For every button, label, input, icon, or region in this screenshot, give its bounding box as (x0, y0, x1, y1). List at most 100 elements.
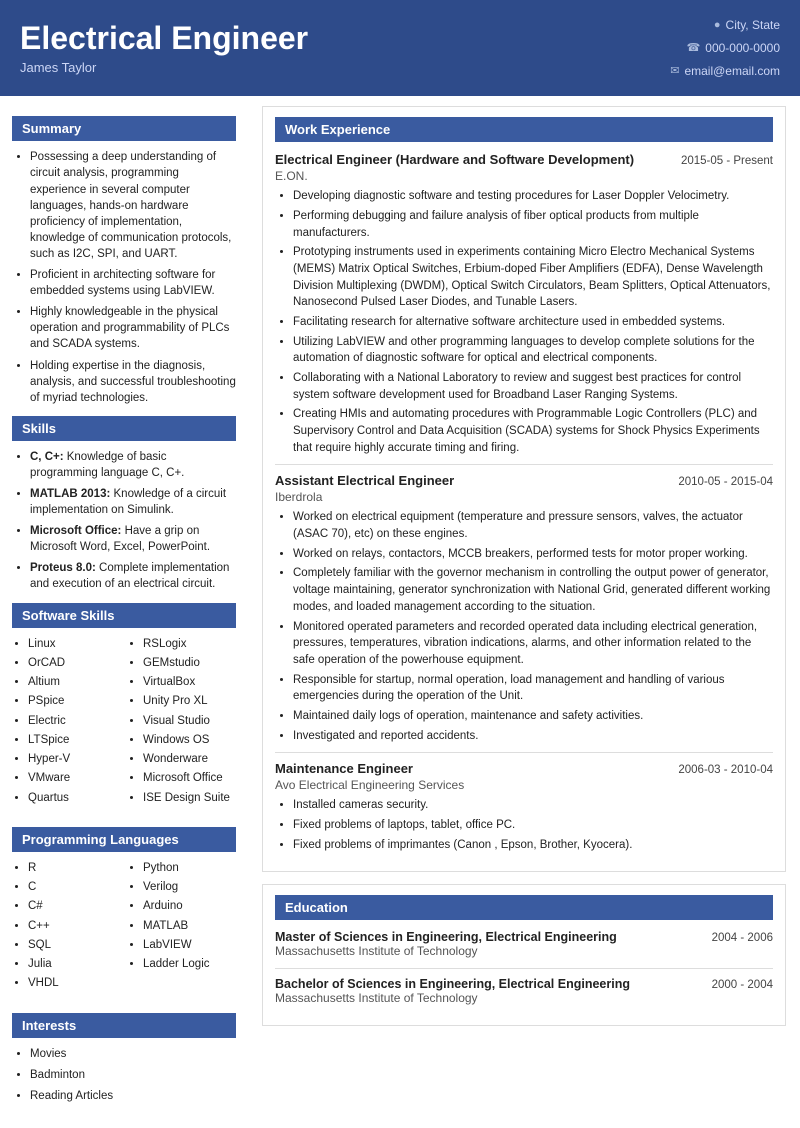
phone-text: 000-000-0000 (705, 37, 780, 60)
edu1-header: Master of Sciences in Engineering, Elect… (275, 930, 773, 944)
job2-bullet-2: Worked on relays, contactors, MCCB break… (293, 546, 773, 563)
interests-list: Movies Badminton Reading Articles (12, 1046, 236, 1104)
job2-title: Assistant Electrical Engineer (275, 473, 668, 488)
sw2-5: Visual Studio (143, 713, 236, 730)
phone-icon: ☎ (687, 38, 701, 59)
job2-bullet-5: Responsible for startup, normal operatio… (293, 672, 773, 705)
job2-company: Iberdrola (275, 490, 773, 504)
job1-dates: 2015-05 - Present (681, 155, 773, 167)
education-section-title: Education (275, 895, 773, 920)
job2-dates: 2010-05 - 2015-04 (678, 476, 773, 488)
prog2-2: Verilog (143, 879, 236, 896)
job1-header: Electrical Engineer (Hardware and Softwa… (275, 152, 773, 167)
sw2-1: RSLogix (143, 636, 236, 653)
prog-6: Julia (28, 956, 121, 973)
job-title-heading: Electrical Engineer (20, 21, 308, 56)
skill-item-2: MATLAB 2013: Knowledge of a circuit impl… (30, 486, 236, 518)
job1-bullet-6: Collaborating with a National Laboratory… (293, 370, 773, 403)
interest-2: Badminton (30, 1067, 236, 1083)
prog2-4: MATLAB (143, 918, 236, 935)
job2-bullets: Worked on electrical equipment (temperat… (275, 509, 773, 744)
sw2-8: Microsoft Office (143, 770, 236, 787)
software-col2: RSLogix GEMstudio VirtualBox Unity Pro X… (127, 636, 236, 809)
candidate-name: James Taylor (20, 60, 308, 75)
prog-2: C (28, 879, 121, 896)
sw-7: Hyper-V (28, 751, 121, 768)
job3-dates: 2006-03 - 2010-04 (678, 764, 773, 776)
job1-bullet-2: Performing debugging and failure analysi… (293, 208, 773, 241)
email-icon: ✉ (670, 61, 679, 82)
job1-bullet-3: Prototyping instruments used in experime… (293, 244, 773, 311)
job3-bullet-2: Fixed problems of laptops, tablet, offic… (293, 817, 773, 834)
resume-page: Electrical Engineer James Taylor ● City,… (0, 0, 800, 1128)
sidebar: Summary Possessing a deep understanding … (0, 96, 248, 1121)
skills-section-title: Skills (12, 416, 236, 441)
phone-item: ☎ 000-000-0000 (670, 37, 780, 60)
sw-9: Quartus (28, 790, 121, 807)
prog-5: SQL (28, 937, 121, 954)
sw-6: LTSpice (28, 732, 121, 749)
location-icon: ● (714, 15, 721, 36)
job1-bullet-1: Developing diagnostic software and testi… (293, 188, 773, 205)
job2-bullet-3: Completely familiar with the governor me… (293, 565, 773, 615)
edu2-dates: 2000 - 2004 (712, 979, 773, 991)
summary-item-4: Holding expertise in the diagnosis, anal… (30, 358, 236, 406)
sw2-7: Wonderware (143, 751, 236, 768)
header-left: Electrical Engineer James Taylor (20, 21, 308, 75)
job3-bullets: Installed cameras security. Fixed proble… (275, 797, 773, 853)
summary-list: Possessing a deep understanding of circu… (12, 149, 236, 405)
right-content: Work Experience Electrical Engineer (Har… (248, 96, 800, 1121)
skills-list: C, C+: Knowledge of basic programming la… (12, 449, 236, 593)
job3-bullet-3: Fixed problems of imprimantes (Canon , E… (293, 837, 773, 854)
job3-bullet-1: Installed cameras security. (293, 797, 773, 814)
edu2-school: Massachusetts Institute of Technology (275, 991, 773, 1005)
edu1-degree: Master of Sciences in Engineering, Elect… (275, 930, 702, 944)
sw-2: OrCAD (28, 655, 121, 672)
job1-bullet-5: Utilizing LabVIEW and other programming … (293, 334, 773, 367)
header-contact: ● City, State ☎ 000-000-0000 ✉ email@ema… (670, 14, 780, 82)
edu2-degree: Bachelor of Sciences in Engineering, Ele… (275, 977, 702, 991)
prog-col1: R C C# C++ SQL Julia VHDL (12, 860, 121, 995)
job1-bullets: Developing diagnostic software and testi… (275, 188, 773, 456)
skill-bold-2: MATLAB 2013: (30, 488, 110, 500)
prog-col2: Python Verilog Arduino MATLAB LabVIEW La… (127, 860, 236, 995)
prog2-1: Python (143, 860, 236, 877)
email-item: ✉ email@email.com (670, 60, 780, 83)
prog-1: R (28, 860, 121, 877)
sw2-2: GEMstudio (143, 655, 236, 672)
job1-company: E.ON. (275, 169, 773, 183)
sw2-3: VirtualBox (143, 674, 236, 691)
skill-item-3: Microsoft Office: Have a grip on Microso… (30, 523, 236, 555)
sw2-9: ISE Design Suite (143, 790, 236, 807)
sw-4: PSpice (28, 693, 121, 710)
interests-section-title: Interests (12, 1013, 236, 1038)
job2-bullet-7: Investigated and reported accidents. (293, 728, 773, 745)
interest-1: Movies (30, 1046, 236, 1062)
skill-bold-1: C, C+: (30, 451, 64, 463)
prog-3: C# (28, 898, 121, 915)
job1-bullet-4: Facilitating research for alternative so… (293, 314, 773, 331)
skill-item-4: Proteus 8.0: Complete implementation and… (30, 560, 236, 592)
edu-divider (275, 968, 773, 969)
prog-cols: R C C# C++ SQL Julia VHDL Python Verilog… (12, 860, 236, 1003)
sw-3: Altium (28, 674, 121, 691)
summary-item-1: Possessing a deep understanding of circu… (30, 149, 236, 262)
edu-item-2: Bachelor of Sciences in Engineering, Ele… (275, 977, 773, 1005)
prog-section-title: Programming Languages (12, 827, 236, 852)
job2-bullet-6: Maintained daily logs of operation, main… (293, 708, 773, 725)
prog2-3: Arduino (143, 898, 236, 915)
prog-4: C++ (28, 918, 121, 935)
job3-title: Maintenance Engineer (275, 761, 668, 776)
prog-7: VHDL (28, 975, 121, 992)
software-section-title: Software Skills (12, 603, 236, 628)
email-text: email@email.com (684, 60, 780, 83)
job1-title: Electrical Engineer (Hardware and Softwa… (275, 152, 671, 167)
location-item: ● City, State (670, 14, 780, 37)
job3-company: Avo Electrical Engineering Services (275, 778, 773, 792)
skill-bold-3: Microsoft Office: (30, 525, 121, 537)
divider-2 (275, 752, 773, 753)
interest-3: Reading Articles (30, 1088, 236, 1104)
job2-header: Assistant Electrical Engineer 2010-05 - … (275, 473, 773, 488)
location-text: City, State (726, 14, 780, 37)
edu2-header: Bachelor of Sciences in Engineering, Ele… (275, 977, 773, 991)
